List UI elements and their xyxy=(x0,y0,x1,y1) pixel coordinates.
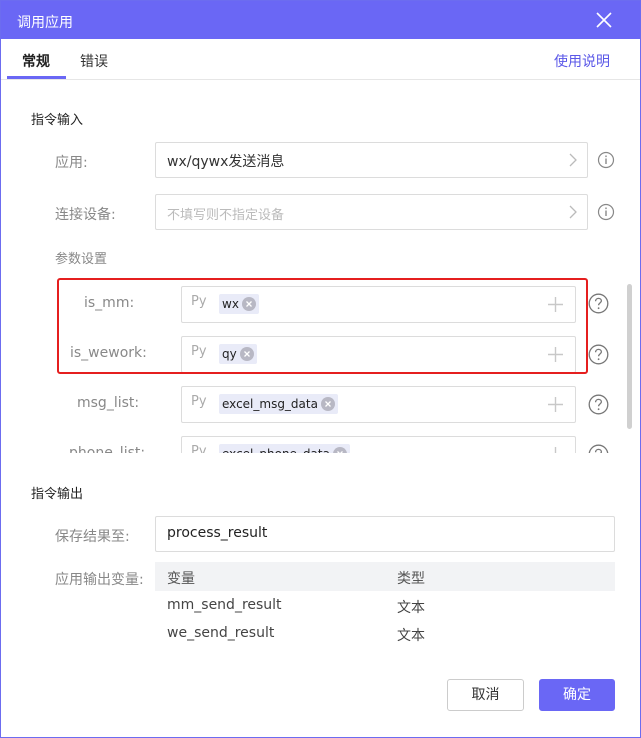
red-highlight-box xyxy=(57,278,588,374)
table-cell-variable: mm_send_result xyxy=(167,597,282,613)
scrollbar-thumb[interactable] xyxy=(627,284,632,429)
remove-chip-icon[interactable] xyxy=(332,447,347,453)
dialog-title: 调用应用 xyxy=(17,15,73,31)
help-circle-icon[interactable] xyxy=(588,344,609,365)
output-section-title: 指令输出 xyxy=(31,487,84,502)
help-circle-icon[interactable] xyxy=(588,394,609,415)
app-label: 应用: xyxy=(55,155,88,171)
tab-general[interactable]: 常规 xyxy=(22,51,50,71)
table-cell-type: 文本 xyxy=(397,600,425,616)
output-vars-label: 应用输出变量: xyxy=(55,572,144,588)
app-select[interactable]: wx/qywx发送消息 xyxy=(155,142,588,178)
help-link[interactable]: 使用说明 xyxy=(554,51,610,71)
param-label-phone-list: phone_list: xyxy=(69,445,146,453)
help-circle-icon[interactable] xyxy=(588,444,609,453)
confirm-button[interactable]: 确定 xyxy=(539,679,615,711)
param-field-phone-list[interactable]: Py excel_phone_data xyxy=(181,436,576,453)
param-label-msg-list: msg_list: xyxy=(77,395,140,411)
py-prefix: Py xyxy=(191,444,207,453)
param-chip: excel_msg_data xyxy=(219,394,338,414)
save-result-input[interactable]: process_result xyxy=(155,516,615,552)
device-select[interactable]: 不填写则不指定设备 xyxy=(155,194,588,230)
tab-bar: 常规 错误 使用说明 xyxy=(1,39,640,80)
invoke-app-dialog: 调用应用 常规 错误 使用说明 指令输入 应用: wx/qywx发送消息 连接设… xyxy=(0,0,641,738)
table-header-type: 类型 xyxy=(397,571,425,587)
info-icon[interactable] xyxy=(597,151,615,169)
param-chip: excel_phone_data xyxy=(219,444,350,453)
chevron-right-icon xyxy=(569,205,577,219)
tab-error[interactable]: 错误 xyxy=(80,51,108,71)
plus-icon[interactable] xyxy=(547,396,564,413)
save-result-label: 保存结果至: xyxy=(55,529,130,545)
info-icon[interactable] xyxy=(597,203,615,221)
save-result-value: process_result xyxy=(167,525,268,541)
input-section-title: 指令输入 xyxy=(31,113,84,128)
table-cell-type: 文本 xyxy=(397,628,425,644)
app-value: wx/qywx发送消息 xyxy=(167,154,285,170)
dialog-titlebar: 调用应用 xyxy=(1,1,640,39)
table-cell-variable: we_send_result xyxy=(167,625,275,641)
device-placeholder: 不填写则不指定设备 xyxy=(167,208,285,223)
py-prefix: Py xyxy=(191,394,207,409)
help-circle-icon[interactable] xyxy=(588,293,609,314)
close-icon[interactable] xyxy=(594,10,614,30)
active-tab-indicator xyxy=(7,76,66,79)
device-label: 连接设备: xyxy=(55,207,116,223)
chevron-right-icon xyxy=(569,153,577,167)
cancel-button[interactable]: 取消 xyxy=(447,679,524,711)
output-vars-table-header xyxy=(155,562,615,591)
param-field-msg-list[interactable]: Py excel_msg_data xyxy=(181,386,576,423)
plus-icon[interactable] xyxy=(547,446,564,453)
table-header-variable: 变量 xyxy=(167,571,195,587)
remove-chip-icon[interactable] xyxy=(320,397,335,411)
